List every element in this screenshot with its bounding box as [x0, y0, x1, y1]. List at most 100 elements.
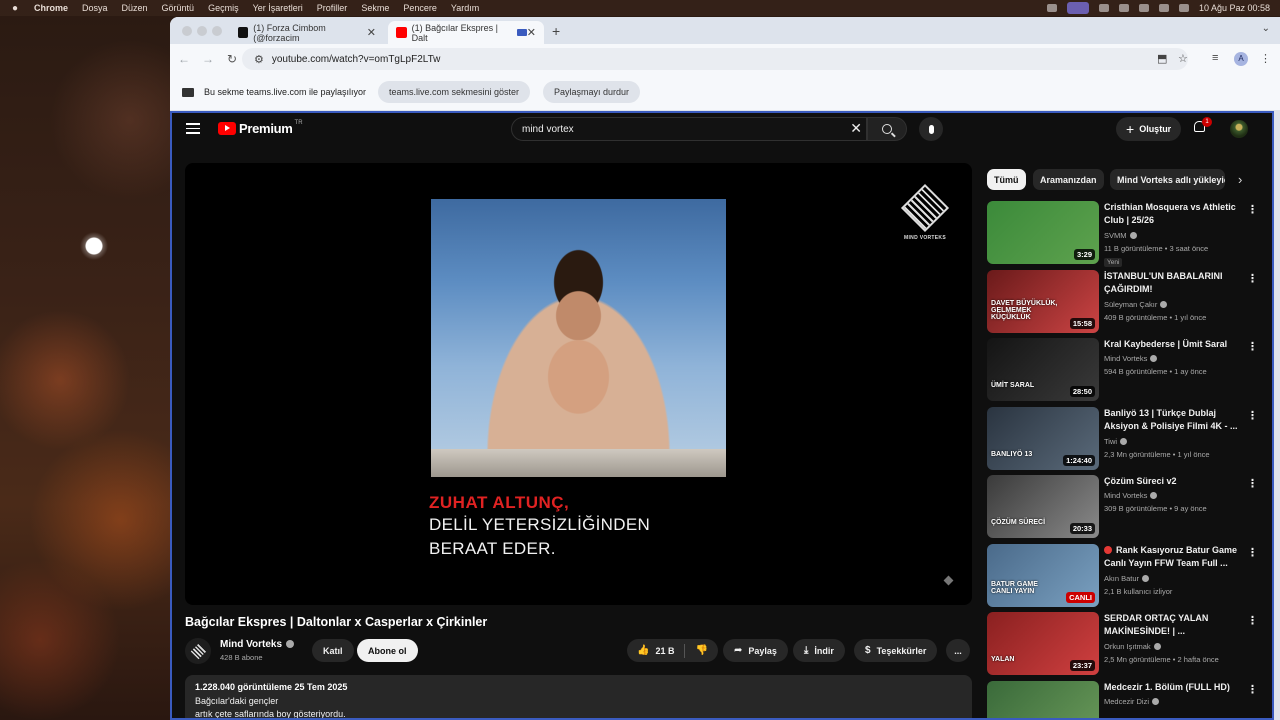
voice-search-button[interactable]: [919, 117, 943, 141]
status-icon[interactable]: [1046, 4, 1057, 12]
chip-all[interactable]: Tümü: [987, 169, 1026, 190]
menu-history[interactable]: Geçmiş: [208, 3, 239, 13]
account-avatar[interactable]: [1230, 120, 1248, 138]
chip-from-search[interactable]: Aramanızdan: [1033, 169, 1104, 190]
maximize-window-button[interactable]: [212, 26, 222, 36]
menu-window[interactable]: Pencere: [403, 3, 437, 13]
youtube-logo[interactable]: Premium TR: [218, 120, 303, 136]
menu-bookmarks[interactable]: Yer İşaretleri: [253, 3, 303, 13]
search-icon[interactable]: [1178, 4, 1189, 12]
tab-bagcilar-ekspres[interactable]: (1) Bağcılar Ekspres | Dalt ✕: [388, 21, 544, 44]
screen-share-status-icon[interactable]: [1066, 2, 1089, 14]
recommendation-title[interactable]: Banliyö 13 | Türkçe Dublaj Aksiyon & Pol…: [1104, 407, 1244, 432]
recommendation-title[interactable]: Kral Kaybederse | Ümit Saral: [1104, 338, 1244, 351]
menu-icon[interactable]: [186, 123, 200, 137]
channel-avatar[interactable]: [185, 638, 211, 664]
video-thumbnail[interactable]: [987, 681, 1099, 718]
like-count[interactable]: 21 B: [655, 646, 674, 656]
close-icon[interactable]: ✕: [367, 26, 376, 39]
tab-forza-cimbom[interactable]: (1) Forza Cimbom (@forzacim ✕: [230, 21, 384, 44]
more-options-icon[interactable]: ⋮: [1247, 272, 1258, 285]
more-actions-button[interactable]: ...: [946, 639, 970, 662]
recommendation-item[interactable]: Medcezir 1. Bölüm (FULL HD) Medcezir Dizi: [987, 681, 1272, 718]
close-window-button[interactable]: [182, 26, 192, 36]
recommendation-item[interactable]: DAVET BÜYÜKLÜK, GELMEMEK KÜÇÜKLÜK 15:58 İS…: [987, 270, 1272, 333]
recommendation-channel[interactable]: Medcezir Dizi: [1104, 697, 1160, 706]
recommendation-channel[interactable]: Akın Batur: [1104, 574, 1150, 583]
apple-icon[interactable]: ●: [12, 3, 26, 14]
status-icon[interactable]: [1118, 4, 1129, 12]
chip-from-uploader[interactable]: Mind Vorteks adlı yükleyiciden: [1110, 169, 1225, 190]
clear-search-icon[interactable]: ✕: [850, 120, 862, 137]
recommendation-title[interactable]: Rank Kasıyoruz Batur Game Canlı Yayın FF…: [1104, 544, 1244, 569]
more-options-icon[interactable]: ⋮: [1247, 546, 1258, 559]
recommendation-channel[interactable]: Orkun Işıtmak: [1104, 642, 1161, 651]
thanks-button[interactable]: $ Teşekkürler: [854, 639, 938, 662]
stop-sharing-button[interactable]: Paylaşmayı durdur: [543, 81, 641, 103]
menu-tab[interactable]: Sekme: [361, 3, 389, 13]
site-info-icon[interactable]: ⚙: [254, 53, 264, 66]
menu-edit[interactable]: Düzen: [122, 3, 148, 13]
create-button[interactable]: + Oluştur: [1116, 117, 1182, 141]
subscribe-button[interactable]: Abone ol: [357, 639, 418, 662]
recommendation-channel[interactable]: SVMM: [1104, 231, 1137, 240]
download-button[interactable]: ⤓ İndir: [793, 639, 845, 662]
more-options-icon[interactable]: ⋮: [1247, 614, 1258, 627]
video-thumbnail[interactable]: ÇÖZÜM SÜRECİ 20:33: [987, 475, 1099, 538]
more-options-icon[interactable]: ⋮: [1247, 409, 1258, 422]
recommendation-title[interactable]: Cristhian Mosquera vs Athletic Club | 25…: [1104, 201, 1244, 226]
menu-help[interactable]: Yardım: [451, 3, 479, 13]
back-icon[interactable]: ←: [172, 52, 196, 66]
notifications-button[interactable]: 1: [1194, 117, 1212, 135]
wifi-icon[interactable]: [1138, 4, 1149, 12]
bookmark-star-icon[interactable]: ☆: [1178, 52, 1188, 65]
video-description[interactable]: 1.228.040 görüntüleme 25 Tem 2025 Bağcıl…: [185, 675, 972, 718]
video-thumbnail[interactable]: ÜMİT SARAL 28:50: [987, 338, 1099, 401]
menu-clock[interactable]: 10 Ağu Paz 00:58: [1199, 3, 1270, 13]
recommendation-channel[interactable]: Mind Vorteks: [1104, 354, 1158, 363]
more-options-icon[interactable]: ⋮: [1247, 477, 1258, 490]
chrome-menu-icon[interactable]: ⋮: [1260, 52, 1271, 65]
video-thumbnail[interactable]: YALAN 23:37: [987, 612, 1099, 675]
recommendation-title[interactable]: SERDAR ORTAÇ YALAN MAKİNESİNDE! | ...: [1104, 612, 1244, 637]
more-options-icon[interactable]: ⋮: [1247, 203, 1258, 216]
recommendation-item[interactable]: ÇÖZÜM SÜRECİ 20:33 Çözüm Süreci v2 Mind Vor…: [987, 475, 1272, 538]
profile-avatar[interactable]: A: [1234, 52, 1248, 66]
channel-name-link[interactable]: Mind Vorteks: [220, 639, 295, 650]
close-icon[interactable]: ✕: [527, 26, 536, 39]
recommendation-title[interactable]: Medcezir 1. Bölüm (FULL HD): [1104, 681, 1244, 694]
recommendation-title[interactable]: Çözüm Süreci v2: [1104, 475, 1244, 488]
menu-view[interactable]: Görüntü: [162, 3, 195, 13]
video-player[interactable]: ZUHAT ALTUNÇ, DELİL YETERSİZLİĞİNDEN BER…: [185, 163, 972, 605]
video-thumbnail[interactable]: BANLIYÖ 13 1:24:40: [987, 407, 1099, 470]
forward-icon[interactable]: →: [196, 52, 220, 66]
dislike-icon[interactable]: 👎: [695, 645, 707, 656]
more-options-icon[interactable]: ⋮: [1247, 683, 1258, 696]
like-icon[interactable]: 👍: [637, 645, 649, 656]
recommendation-item[interactable]: YALAN 23:37 SERDAR ORTAÇ YALAN MAKİNESİNDE…: [987, 612, 1272, 675]
more-options-icon[interactable]: ⋮: [1247, 340, 1258, 353]
recommendation-title[interactable]: İSTANBUL'UN BABALARINI ÇAĞIRDIM!: [1104, 270, 1244, 295]
recommendation-channel[interactable]: Tiwi: [1104, 437, 1128, 446]
menu-chrome[interactable]: Chrome: [34, 3, 68, 13]
menu-profiles[interactable]: Profiller: [317, 3, 348, 13]
recommendation-channel[interactable]: Süleyman Çakır: [1104, 300, 1168, 309]
recommendation-channel[interactable]: Mind Vorteks: [1104, 491, 1158, 500]
join-button[interactable]: Katıl: [312, 639, 354, 662]
minimize-window-button[interactable]: [197, 26, 207, 36]
recommendation-item[interactable]: 3:29 Cristhian Mosquera vs Athletic Club …: [987, 201, 1272, 267]
status-icon[interactable]: [1098, 4, 1109, 12]
battery-icon[interactable]: [1158, 4, 1169, 12]
video-thumbnail[interactable]: 3:29: [987, 201, 1099, 264]
address-bar[interactable]: ⚙ youtube.com/watch?v=omTgLpF2LTw: [242, 48, 1188, 70]
chevron-right-icon[interactable]: ›: [1238, 172, 1242, 187]
recommendation-item[interactable]: BATUR GAME CANLI YAYIN CANLI Rank Kasıyoru…: [987, 544, 1272, 607]
search-input[interactable]: mind vortex ✕: [511, 117, 867, 141]
menu-file[interactable]: Dosya: [82, 3, 108, 13]
show-shared-tab-button[interactable]: teams.live.com sekmesini göster: [378, 81, 531, 103]
extensions-icon[interactable]: ≡: [1212, 52, 1218, 64]
reload-icon[interactable]: ↻: [220, 52, 244, 66]
recommendation-item[interactable]: ÜMİT SARAL 28:50 Kral Kaybederse | Ümit Sa…: [987, 338, 1272, 401]
recommendation-item[interactable]: BANLIYÖ 13 1:24:40 Banliyö 13 | Türkçe Dub…: [987, 407, 1272, 470]
tab-search-icon[interactable]: ⌄: [1262, 23, 1270, 34]
